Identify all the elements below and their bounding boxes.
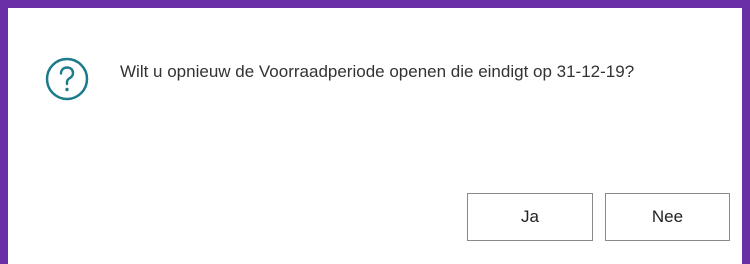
yes-button[interactable]: Ja: [467, 193, 593, 241]
dialog-message: Wilt u opnieuw de Voorraadperiode openen…: [120, 62, 635, 81]
no-button[interactable]: Nee: [605, 193, 730, 241]
question-circle-icon: [44, 56, 90, 102]
confirmation-dialog: Wilt u opnieuw de Voorraadperiode openen…: [0, 0, 750, 264]
